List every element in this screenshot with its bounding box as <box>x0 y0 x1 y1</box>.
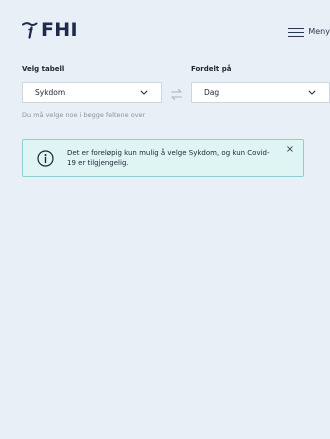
site-header: FHI Meny <box>0 0 330 56</box>
group-select-label: Fordelt på <box>191 65 232 73</box>
alert-message: Det er foreløpig kun mulig å velge Sykdo… <box>67 149 270 167</box>
chevron-down-icon <box>307 88 317 98</box>
close-icon[interactable]: × <box>285 145 295 155</box>
group-select-value: Dag <box>204 88 220 97</box>
swap-arrows-icon[interactable] <box>170 86 183 100</box>
menu-button[interactable]: Meny <box>288 27 330 37</box>
hamburger-icon <box>288 27 305 37</box>
group-select[interactable]: Dag <box>191 82 330 103</box>
table-select[interactable]: Sykdom <box>22 82 162 103</box>
menu-label: Meny <box>308 27 330 36</box>
fhi-logo[interactable]: FHI <box>22 20 78 40</box>
fhi-logo-icon <box>22 22 38 39</box>
helper-text: Du må velge noe i begge feltene over <box>22 111 146 119</box>
logo-text: FHI <box>41 19 78 41</box>
table-select-value: Sykdom <box>35 88 66 97</box>
chevron-down-icon <box>139 88 149 98</box>
info-icon <box>37 150 54 167</box>
info-alert: Det er foreløpig kun mulig å velge Sykdo… <box>22 139 304 177</box>
table-select-label: Velg tabell <box>22 65 65 73</box>
